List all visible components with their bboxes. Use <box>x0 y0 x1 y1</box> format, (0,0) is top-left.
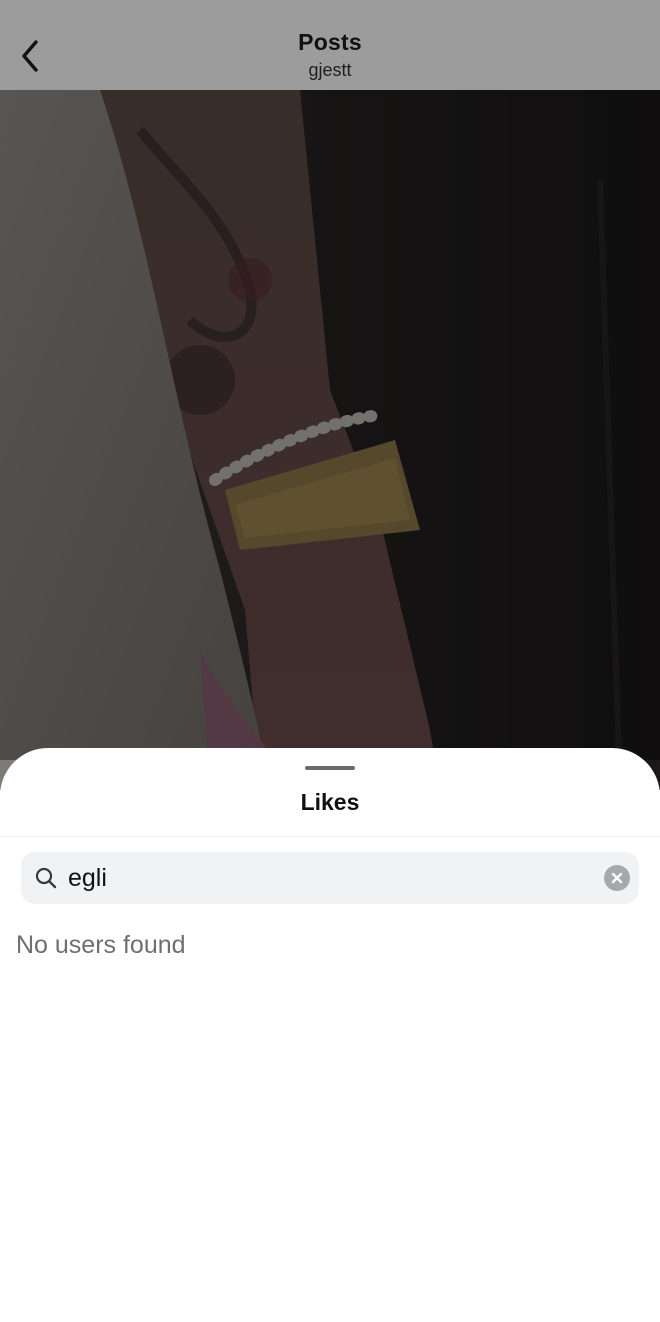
nav-subtitle-username[interactable]: gjestt <box>0 60 660 81</box>
likes-bottom-sheet: Likes No users found <box>0 748 660 1322</box>
likes-screen: Posts gjestt Likes egli No users found <box>0 0 660 1322</box>
nav-title: Posts <box>298 29 362 55</box>
post-photo-image <box>0 90 660 790</box>
top-nav-bar: Posts gjestt <box>0 0 660 90</box>
no-results-message: No users found <box>16 931 186 959</box>
sheet-drag-handle[interactable] <box>305 766 355 770</box>
clear-icon <box>611 872 623 884</box>
likes-search-bar[interactable] <box>21 852 639 904</box>
likes-title: Likes <box>300 789 360 815</box>
clear-search-button[interactable] <box>604 865 630 891</box>
search-icon <box>35 867 57 889</box>
likes-search-input[interactable] <box>68 852 588 904</box>
post-photo <box>0 90 660 790</box>
sheet-divider <box>0 836 660 837</box>
